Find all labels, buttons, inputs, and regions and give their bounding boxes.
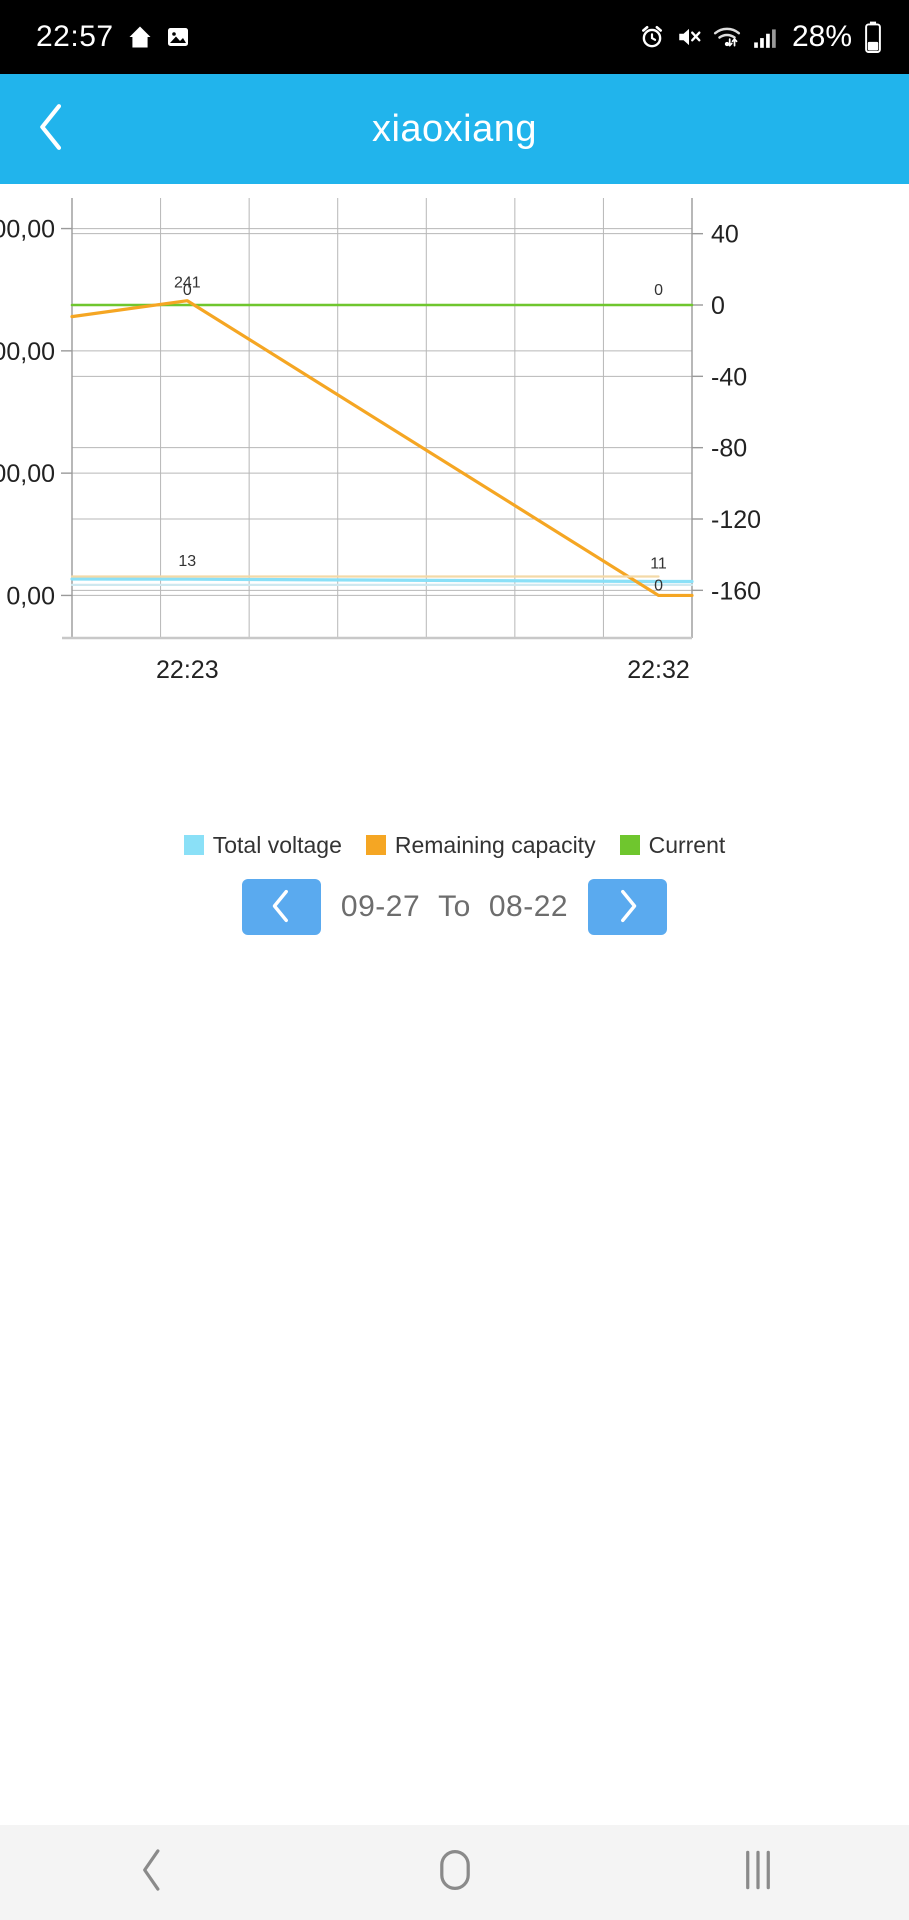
- alarm-icon: [639, 24, 665, 50]
- prev-range-button[interactable]: [241, 879, 321, 935]
- date-range-separator: To: [438, 890, 471, 923]
- chevron-left-icon: [268, 889, 294, 926]
- status-bar-left: 22:57: [36, 20, 190, 54]
- mute-icon: [676, 24, 702, 50]
- left-axis-tick-label: 200,00: [0, 338, 55, 366]
- wifi-icon: [713, 24, 741, 50]
- legend-item-current[interactable]: Current: [619, 831, 726, 859]
- data-point-label-current: 0: [654, 282, 663, 299]
- back-icon: [136, 1848, 168, 1897]
- status-time: 22:57: [36, 20, 114, 53]
- data-point-label-current: 0: [183, 282, 192, 299]
- page-title: xiaoxiang: [371, 107, 538, 150]
- date-range-label[interactable]: 09-27 To 08-22: [341, 890, 568, 924]
- chart-container[interactable]: 300,00 200,00 100,00 0,00 40 0 -40 -80 -120 -160 2…: [0, 184, 909, 824]
- right-axis-tick-label: -80: [711, 435, 747, 463]
- right-axis-tick-label: 40: [711, 221, 739, 249]
- app-bar: xiaoxiang: [0, 74, 909, 184]
- x-axis-tick-label: 22:32: [627, 656, 690, 684]
- legend-label-total-voltage: Total voltage: [212, 831, 342, 858]
- chart-plot-area: [72, 198, 692, 626]
- status-bar-right: 28%: [639, 20, 883, 54]
- back-button[interactable]: [26, 103, 78, 155]
- left-axis-tick-label: 100,00: [0, 460, 55, 488]
- date-range-start: 09-27: [340, 890, 421, 923]
- status-bar: 22:57 28%: [0, 0, 909, 74]
- chevron-right-icon: [615, 889, 641, 926]
- battery-icon: [863, 21, 883, 53]
- data-point-label-total-voltage: 11: [650, 555, 667, 572]
- chart-legend: Total voltage Remaining capacity Current: [0, 828, 909, 862]
- legend-item-remaining-capacity[interactable]: Remaining capacity: [365, 831, 596, 859]
- left-axis-tick-label: 300,00: [0, 216, 55, 244]
- legend-label-remaining-capacity: Remaining capacity: [394, 831, 596, 858]
- gallery-icon: [166, 25, 190, 49]
- data-point-label-remaining-capacity: 0: [654, 577, 663, 594]
- legend-label-current: Current: [648, 831, 726, 858]
- nav-home-button[interactable]: [395, 1838, 515, 1908]
- x-axis-tick-label: 22:23: [156, 656, 219, 684]
- legend-swatch-current: [619, 835, 640, 855]
- chevron-left-icon: [35, 102, 69, 157]
- right-axis-tick-label: -120: [711, 506, 761, 534]
- next-range-button[interactable]: [588, 879, 668, 935]
- battery-percent: 28%: [791, 20, 852, 53]
- data-point-label-total-voltage: 13: [178, 553, 196, 570]
- system-navigation-bar: [0, 1825, 909, 1920]
- home-icon: [126, 23, 154, 51]
- home-icon: [436, 1848, 474, 1897]
- nav-recents-button[interactable]: [698, 1838, 818, 1908]
- right-axis-tick-label: 0: [711, 292, 725, 320]
- legend-swatch-total-voltage: [183, 835, 204, 855]
- legend-item-total-voltage[interactable]: Total voltage: [183, 831, 342, 859]
- nav-back-button[interactable]: [92, 1838, 212, 1908]
- date-range-nav: 09-27 To 08-22: [0, 879, 909, 935]
- right-axis-tick-label: -160: [711, 577, 761, 605]
- recents-icon: [741, 1848, 775, 1897]
- history-line-chart[interactable]: 300,00 200,00 100,00 0,00 40 0 -40 -80 -120 -160 2…: [0, 184, 909, 824]
- legend-swatch-remaining-capacity: [365, 835, 386, 855]
- signal-icon: [752, 24, 778, 50]
- left-axis-tick-label: 0,00: [6, 582, 55, 610]
- right-axis-tick-label: -40: [711, 363, 747, 391]
- date-range-end: 08-22: [488, 890, 569, 923]
